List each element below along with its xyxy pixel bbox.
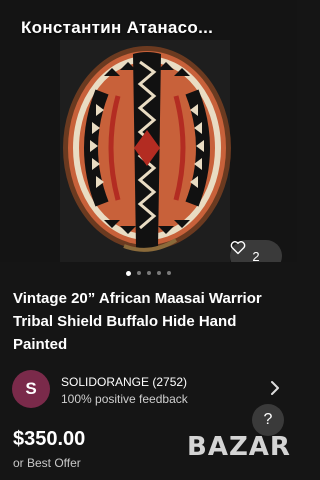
seller-row[interactable]: S SOLIDORANGE (2752) 100% positive feedb… [12, 368, 292, 410]
pager-dot[interactable] [157, 271, 161, 275]
chevron-right-icon [271, 381, 279, 395]
price: $350.00 [13, 428, 86, 450]
pager-dot[interactable] [137, 271, 141, 275]
seller-avatar: S [12, 370, 50, 408]
seller-name-rating: SOLIDORANGE (2752) [61, 375, 188, 389]
pager-dot-active[interactable] [126, 270, 131, 276]
favorite-button[interactable]: 2 [230, 240, 282, 262]
image-pager[interactable] [0, 270, 297, 276]
favorite-count: 2 [252, 248, 260, 263]
heart-icon [230, 241, 246, 255]
pager-dot[interactable] [167, 271, 171, 275]
bazar-watermark-logo: BAZAR [187, 432, 291, 462]
maasai-shield-image [0, 0, 297, 262]
product-image[interactable]: Константин Атанасо... 2 [0, 0, 297, 262]
listing-title: Vintage 20” African Maasai Warrior Triba… [13, 290, 262, 353]
best-offer-label: or Best Offer [13, 456, 81, 470]
seller-feedback: 100% positive feedback [61, 392, 188, 406]
seller-overlay-name: Константин Атанасо... [21, 18, 214, 37]
pager-dot[interactable] [147, 271, 151, 275]
